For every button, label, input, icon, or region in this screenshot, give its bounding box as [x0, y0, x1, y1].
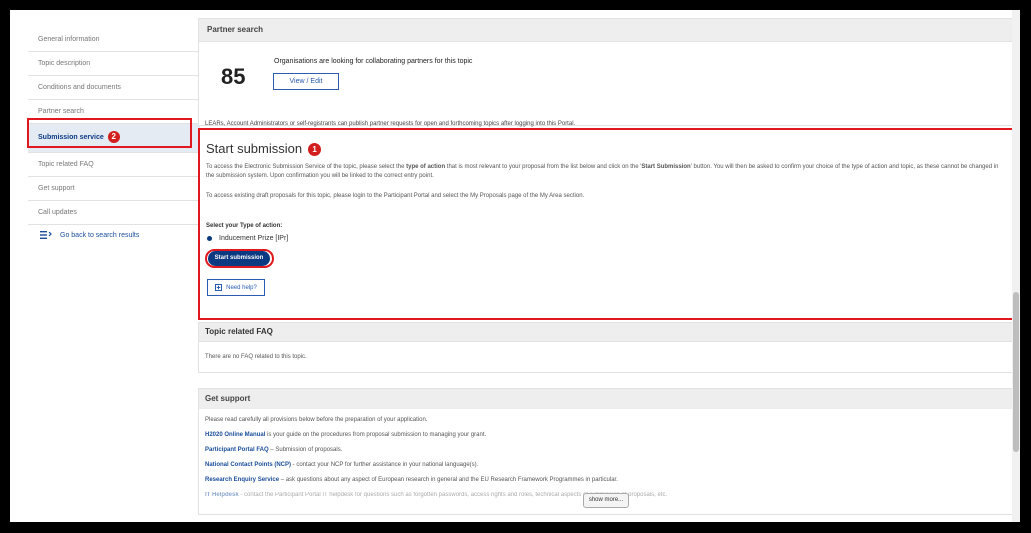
it-helpdesk-link[interactable]: IT Helpdesk [205, 492, 239, 498]
sidebar-item-label: Partner search [38, 108, 84, 115]
highlight-oval [205, 249, 274, 268]
support-text: is your guide on the procedures from pro… [265, 432, 487, 438]
need-help-button[interactable]: Need help? [207, 279, 265, 296]
sidebar-item-label: Call updates [38, 209, 77, 216]
support-text: - contact your NCP for further assistanc… [291, 462, 479, 468]
sidebar-item-conditions[interactable]: Conditions and documents [28, 76, 200, 100]
support-text: – Submission of proposals. [268, 447, 343, 453]
submission-title: Start submission 1 [206, 141, 322, 157]
research-enquiry-link[interactable]: Research Enquiry Service [205, 477, 279, 483]
topic-faq-section: Topic related FAQ There are no FAQ relat… [198, 322, 1016, 373]
support-intro: Please read carefully all provisions bel… [205, 417, 428, 423]
sidebar-item-label: General information [38, 36, 100, 43]
instr-text: that is most relevant to your proposal f… [445, 164, 642, 170]
action-type-radio[interactable]: Inducement Prize [IPr] [207, 235, 288, 242]
sidebar-item-get-support[interactable]: Get support [28, 177, 200, 201]
get-support-header: Get support [199, 389, 1017, 409]
back-link-label: Go back to search results [60, 231, 140, 239]
faq-header: Topic related FAQ [198, 322, 1016, 342]
sidebar-item-call-updates[interactable]: Call updates [28, 201, 200, 225]
instr-bold: type of action [406, 164, 446, 170]
sidebar-item-general-information[interactable]: General information [28, 28, 200, 52]
type-of-action-label: Select your Type of action: [206, 223, 283, 229]
support-line: Research Enquiry Service – ask questions… [199, 473, 1017, 488]
draft-proposals-text: To access existing draft proposals for t… [206, 193, 585, 199]
instr-text: To access the Electronic Submission Serv… [206, 164, 407, 170]
browser-page: General information Topic description Co… [10, 10, 1020, 522]
sidebar-item-label: Get support [38, 185, 75, 192]
sidebar-item-topic-description[interactable]: Topic description [28, 52, 200, 76]
scrollbar-thumb[interactable] [1013, 292, 1019, 452]
portal-faq-link[interactable]: Participant Portal FAQ [205, 447, 269, 453]
step-badge: 1 [308, 143, 322, 157]
ncp-link[interactable]: National Contact Points (NCP) [205, 462, 291, 468]
online-manual-link[interactable]: H2020 Online Manual [205, 432, 265, 438]
support-line: H2020 Online Manual is your guide on the… [199, 428, 1017, 443]
sidebar-item-label: Topic related FAQ [38, 161, 94, 168]
sidebar-item-topic-faq[interactable]: Topic related FAQ [28, 153, 200, 177]
partner-search-text: Organisations are looking for collaborat… [274, 58, 473, 65]
highlight-box [27, 118, 192, 148]
radio-selected-icon [207, 236, 212, 241]
back-to-search-link[interactable]: Go back to search results [40, 230, 139, 240]
list-back-icon [40, 231, 52, 239]
instr-bold: Start Submission [641, 164, 691, 170]
support-line: Participant Portal FAQ – Submission of p… [199, 443, 1017, 458]
show-more-button[interactable]: show more... [583, 493, 629, 508]
radio-label: Inducement Prize [IPr] [219, 235, 289, 242]
need-help-label: Need help? [226, 284, 257, 291]
submission-instructions: To access the Electronic Submission Serv… [206, 163, 1006, 181]
sidebar-item-label: Conditions and documents [38, 84, 121, 91]
submission-title-text: Start submission [206, 141, 303, 156]
support-line: National Contact Points (NCP) - contact … [199, 458, 1017, 473]
sidebar-item-label: Topic description [38, 60, 91, 67]
faq-body: There are no FAQ related to this topic. [198, 342, 1016, 373]
partner-search-note: LEARs, Account Administrators or self-re… [205, 121, 576, 127]
main-content: Partner search 85 Organisations are look… [198, 18, 1018, 515]
get-support-section: Get support Please read carefully all pr… [198, 388, 1018, 515]
partner-count: 85 [221, 64, 246, 89]
start-submission-panel: Start submission 1 To access the Electron… [198, 128, 1016, 320]
view-edit-button[interactable]: View / Edit [273, 73, 339, 90]
partner-search-header: Partner search [198, 18, 1016, 42]
plus-box-icon [215, 284, 223, 291]
partner-search-panel: 85 Organisations are looking for collabo… [198, 42, 1016, 127]
support-text: – ask questions about any aspect of Euro… [279, 477, 618, 483]
page-scrollbar[interactable] [1012, 10, 1020, 522]
